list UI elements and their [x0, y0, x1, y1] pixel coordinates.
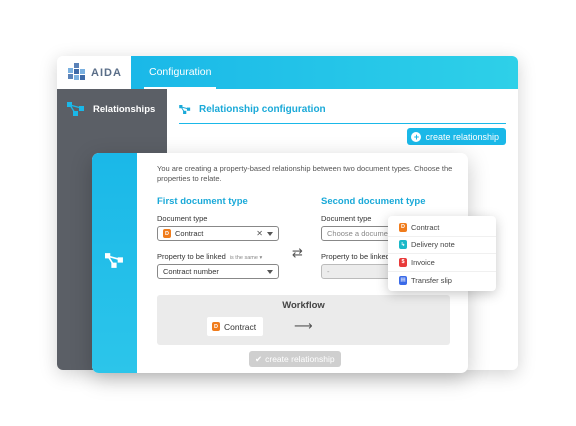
arrow-right-icon: ⟶ [294, 318, 313, 333]
first-doc-title: First document type [157, 196, 248, 207]
second-property-label: Property to be linked [321, 252, 390, 261]
clear-icon[interactable]: ✕ [256, 229, 263, 238]
first-doc-type-label: Document type [157, 214, 208, 223]
dropdown-option-label: Invoice [411, 257, 435, 267]
dropdown-option-label: Contract [411, 222, 440, 232]
relation-operator-select[interactable]: is the same ▾ [230, 255, 262, 261]
first-property-label-row: Property to be linked is the same ▾ [157, 252, 262, 261]
doc-type-dropdown: D Contract ↳ Delivery note $ Invoice ▤ T… [388, 216, 496, 291]
create-relationship-submit-label: create relationship [265, 354, 335, 364]
relationship-icon [67, 102, 84, 116]
app-logo[interactable]: AIDA [57, 56, 131, 89]
dropdown-option-invoice[interactable]: $ Invoice [388, 254, 496, 272]
second-property-value: - [327, 267, 330, 276]
top-bar: AIDA Configuration [57, 56, 518, 89]
document-icon: D [399, 222, 407, 232]
relationship-icon [105, 253, 123, 268]
create-relationship-label: create relationship [425, 131, 499, 142]
dropdown-option-transfer-slip[interactable]: ▤ Transfer slip [388, 272, 496, 290]
workflow-panel: Workflow D Contract ⟶ [157, 295, 450, 345]
dropdown-option-label: Transfer slip [411, 275, 452, 285]
first-property-select[interactable]: Contract number [157, 264, 279, 279]
first-doc-type-select[interactable]: D Contract ✕ [157, 226, 279, 241]
chevron-down-icon[interactable] [267, 269, 273, 274]
transfer-icon: ▤ [399, 275, 407, 285]
plus-circle-icon: + [411, 131, 422, 142]
second-doc-type-label: Document type [321, 214, 372, 223]
sidebar-item-relationships[interactable]: Relationships [67, 102, 155, 116]
create-relationship-submit-button[interactable]: ✔ create relationship [249, 351, 341, 367]
invoice-icon: $ [399, 257, 407, 267]
dialog-side-strip [92, 153, 137, 373]
section-title-text: Relationship configuration [199, 104, 326, 115]
dropdown-option-label: Delivery note [411, 240, 455, 250]
relationship-icon [179, 105, 191, 114]
first-doc-type-value: Contract [175, 229, 204, 238]
first-property-label: Property to be linked [157, 252, 226, 261]
tab-configuration[interactable]: Configuration [149, 56, 211, 89]
section-divider [179, 123, 506, 124]
top-bar-nav: Configuration [131, 56, 518, 89]
dropdown-option-contract[interactable]: D Contract [388, 219, 496, 237]
dialog-intro-text: You are creating a property-based relati… [157, 164, 453, 183]
swap-icon: ⇄ [292, 245, 303, 260]
document-icon: D [163, 229, 171, 238]
document-icon: D [212, 322, 220, 331]
aida-logo-icon [68, 62, 86, 83]
workflow-title: Workflow [282, 300, 325, 311]
sidebar-item-label: Relationships [93, 103, 156, 115]
logo-text: AIDA [91, 66, 122, 79]
relation-operator-value: is the same [229, 255, 258, 261]
create-relationship-button[interactable]: + create relationship [407, 128, 506, 145]
dropdown-option-delivery-note[interactable]: ↳ Delivery note [388, 237, 496, 254]
workflow-chip-label: Contract [224, 321, 257, 332]
check-icon: ✔ [255, 353, 263, 364]
first-property-value: Contract number [163, 267, 219, 276]
delivery-icon: ↳ [399, 240, 407, 250]
chevron-down-icon[interactable] [267, 231, 273, 236]
workflow-chip: D Contract [207, 317, 264, 336]
second-doc-title: Second document type [321, 196, 426, 207]
section-title: Relationship configuration [179, 104, 326, 115]
